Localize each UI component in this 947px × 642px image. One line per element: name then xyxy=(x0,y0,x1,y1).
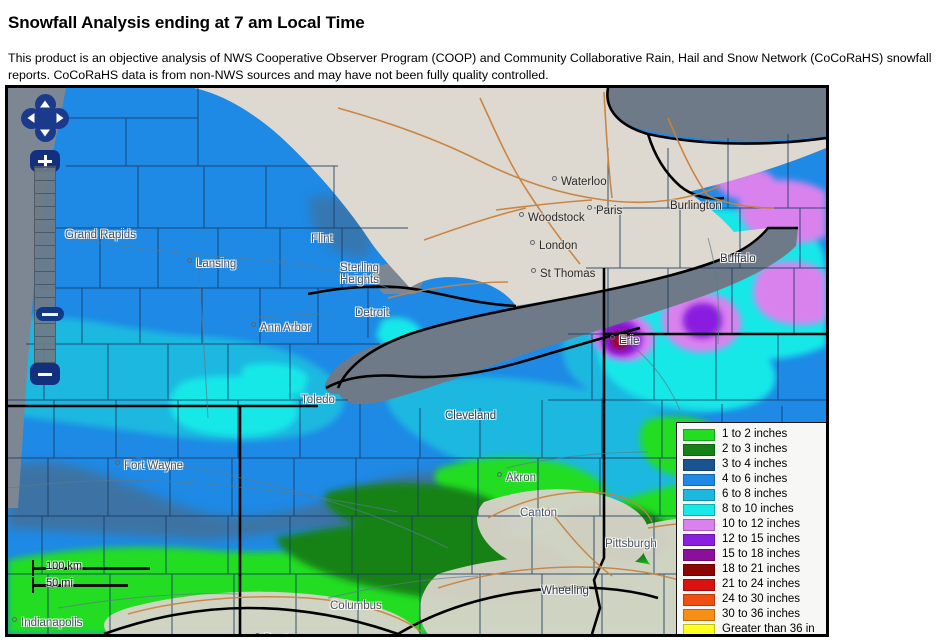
legend-label: 18 to 21 inches xyxy=(722,562,801,575)
legend-item: 24 to 30 inches xyxy=(683,592,825,607)
map-frame[interactable]: Grand Rapids Lansing Flint Sterling Heights D… xyxy=(5,85,829,637)
legend-item: Greater than 36 in xyxy=(683,622,825,635)
legend-item: 10 to 12 inches xyxy=(683,517,825,532)
page-title: Snowfall Analysis ending at 7 am Local T… xyxy=(8,13,365,33)
legend-item: 21 to 24 inches xyxy=(683,577,825,592)
legend-rows: 1 to 2 inches 2 to 3 inches 3 to 4 inches 4… xyxy=(683,427,825,635)
legend-swatch xyxy=(683,428,715,441)
legend-swatch xyxy=(683,578,715,591)
pan-left-button[interactable] xyxy=(21,107,42,129)
scale-bar-mi: 50 mi xyxy=(32,577,152,594)
scale-label-km: 100 km xyxy=(46,560,83,572)
product-description: This product is an objective analysis of… xyxy=(8,51,932,83)
legend-label: 15 to 18 inches xyxy=(722,547,801,560)
legend-item: 8 to 10 inches xyxy=(683,502,825,517)
legend-swatch xyxy=(683,533,715,546)
legend-item: 1 to 2 inches xyxy=(683,427,825,442)
pan-control[interactable] xyxy=(21,94,69,142)
legend-label: 12 to 15 inches xyxy=(722,532,801,545)
legend-label: 24 to 30 inches xyxy=(722,592,801,605)
legend-label: 4 to 6 inches xyxy=(722,472,788,485)
legend-item: 30 to 36 inches xyxy=(683,607,825,622)
pan-right-button[interactable] xyxy=(48,107,69,129)
legend-item: 3 to 4 inches xyxy=(683,457,825,472)
legend-swatch xyxy=(683,503,715,516)
legend-label: 21 to 24 inches xyxy=(722,577,801,590)
legend-swatch xyxy=(683,488,715,501)
legend-label: Greater than 36 in xyxy=(722,622,815,635)
zoom-slider-handle[interactable] xyxy=(36,307,64,321)
zoom-control[interactable] xyxy=(30,150,64,385)
snowfall-analysis-page: Snowfall Analysis ending at 7 am Local T… xyxy=(0,0,947,642)
legend-swatch xyxy=(683,623,715,634)
legend-item: 6 to 8 inches xyxy=(683,487,825,502)
zoom-out-button[interactable] xyxy=(30,363,60,385)
scale-bar-km: 100 km xyxy=(32,560,152,577)
legend-swatch xyxy=(683,608,715,621)
legend-label: 8 to 10 inches xyxy=(722,502,794,515)
legend-swatch xyxy=(683,518,715,531)
legend-swatch xyxy=(683,458,715,471)
legend-item: 12 to 15 inches xyxy=(683,532,825,547)
legend-label: 6 to 8 inches xyxy=(722,487,788,500)
legend-item: 15 to 18 inches xyxy=(683,547,825,562)
legend-label: 2 to 3 inches xyxy=(722,442,788,455)
legend-item: 18 to 21 inches xyxy=(683,562,825,577)
zoom-slider-track[interactable] xyxy=(34,166,64,372)
legend-swatch xyxy=(683,473,715,486)
legend-swatch xyxy=(683,563,715,576)
legend-label: 10 to 12 inches xyxy=(722,517,801,530)
legend-swatch xyxy=(683,548,715,561)
snowfall-legend: 1 to 2 inches 2 to 3 inches 3 to 4 inches 4… xyxy=(676,422,826,635)
legend-item: 2 to 3 inches xyxy=(683,442,825,457)
scale-label-mi: 50 mi xyxy=(46,577,73,589)
legend-label: 3 to 4 inches xyxy=(722,457,788,470)
legend-swatch xyxy=(683,593,715,606)
scale-bar: 100 km 50 mi xyxy=(32,560,152,596)
legend-swatch xyxy=(683,443,715,456)
legend-item: 4 to 6 inches xyxy=(683,472,825,487)
legend-label: 1 to 2 inches xyxy=(722,427,788,440)
legend-label: 30 to 36 inches xyxy=(722,607,801,620)
